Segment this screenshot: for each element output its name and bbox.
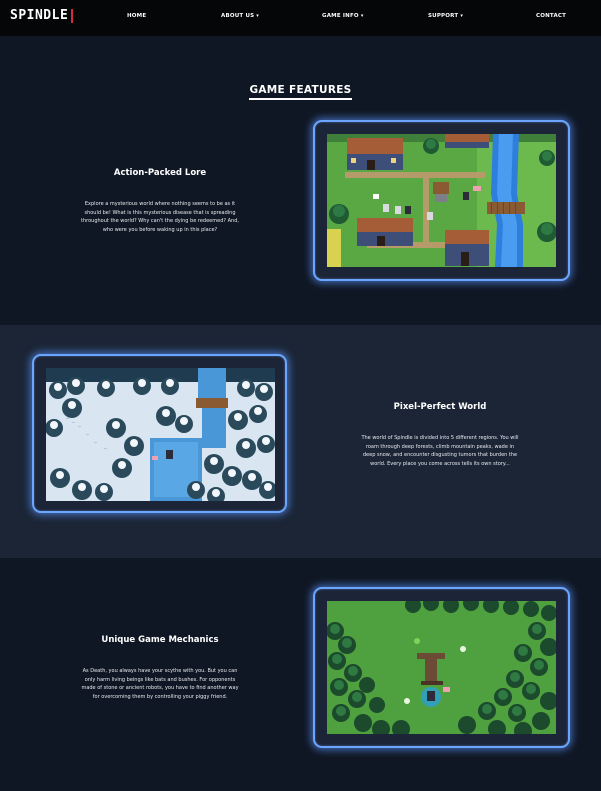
logo-accent-bar (71, 9, 73, 23)
text-line: who were you before waking up in this pl… (102, 227, 218, 234)
forest-game-screenshot (327, 601, 556, 734)
text-line: Explore a mysterious world where nothing… (84, 201, 236, 207)
top-navbar: SPINDLE HOME ABOUT US ▾ GAME INFO ▾ SUPPOR… (0, 0, 601, 36)
feature-title-world: Pixel-Perfect World (393, 402, 487, 412)
feature-text-world: The world of Spindle is divided into 5 d… (320, 434, 560, 469)
nav-about-us-label: ABOUT US (221, 13, 255, 19)
nav-game-info[interactable]: GAME INFO ▾ (322, 13, 364, 19)
chevron-down-icon: ▾ (460, 13, 464, 19)
text-line: deep snow, and encounter disgusting tumo… (362, 452, 518, 459)
chevron-down-icon: ▾ (256, 13, 260, 19)
text-line: only harm living beings like bats and bu… (84, 676, 236, 683)
screenshot-frame-village (313, 120, 570, 281)
feature-title-mechanics: Unique Game Mechanics (101, 635, 219, 645)
text-line: The world of Spindle is divided into 5 d… (361, 435, 519, 441)
spindle-logo[interactable]: SPINDLE (10, 8, 68, 23)
nav-game-info-label: GAME INFO (322, 13, 359, 19)
nav-contact-label: CONTACT (536, 13, 567, 19)
text-line: world. Every place you come across tells… (370, 461, 510, 468)
text-line: should be! What is this mysterious disea… (84, 209, 236, 216)
text-line: roam through deep forests, climb mountai… (365, 443, 515, 450)
nav-support[interactable]: SUPPORT ▾ (428, 13, 463, 19)
snow-game-screenshot (46, 368, 275, 501)
feature-title-lore: Action-Packed Lore (113, 168, 207, 178)
nav-home-label: HOME (127, 13, 147, 19)
nav-contact[interactable]: CONTACT (536, 13, 566, 19)
features-heading: GAME FEATURES (0, 78, 601, 100)
text-line: made of stone or ancient robots, you hav… (81, 685, 239, 692)
village-game-screenshot (327, 134, 556, 267)
screenshot-frame-snow (32, 354, 287, 513)
nav-support-label: SUPPORT (428, 13, 459, 19)
nav-home[interactable]: HOME (127, 13, 146, 19)
feature-text-mechanics: As Death, you always have your scythe wi… (40, 667, 280, 702)
chevron-down-icon: ▾ (360, 13, 364, 19)
text-line: throughout the world? Why can't the dyin… (81, 218, 239, 225)
nav-about-us[interactable]: ABOUT US ▾ (221, 13, 259, 19)
text-line: for overcoming them by controlling your … (92, 694, 228, 701)
text-line: As Death, you always have your scythe wi… (82, 668, 238, 674)
screenshot-frame-forest (313, 587, 570, 748)
feature-text-lore: Explore a mysterious world where nothing… (40, 200, 280, 235)
